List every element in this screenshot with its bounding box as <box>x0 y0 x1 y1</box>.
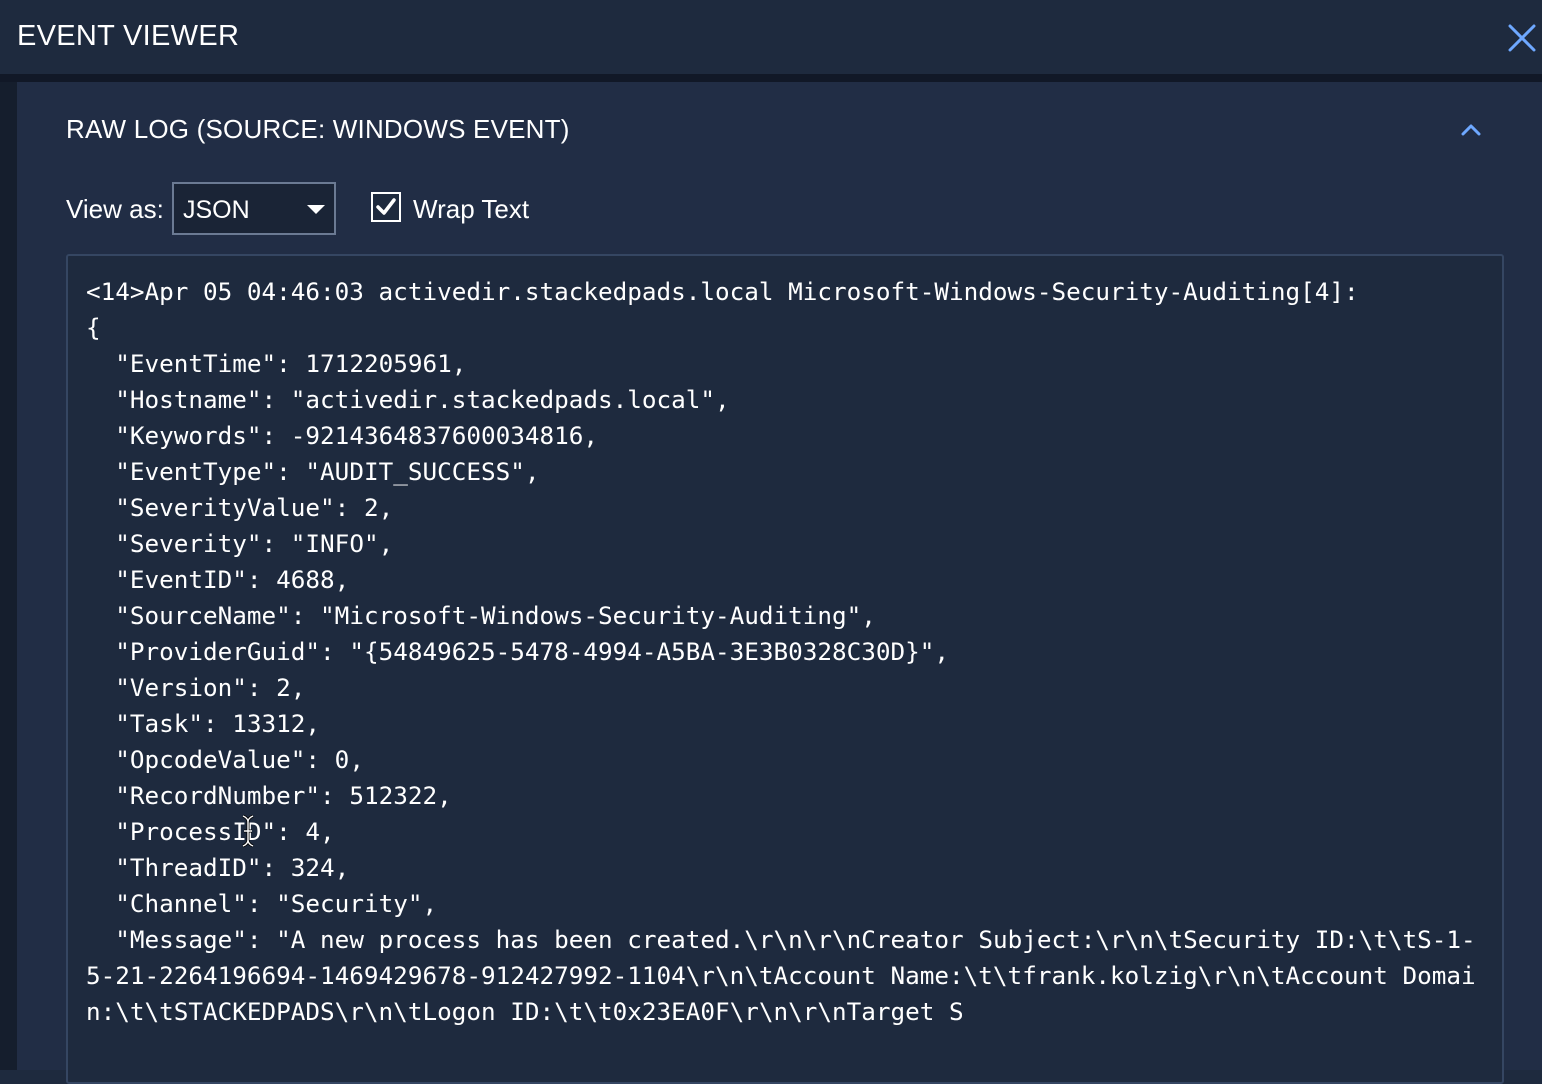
collapse-button[interactable] <box>1457 116 1485 144</box>
window-title: EVENT VIEWER <box>17 20 240 52</box>
caret-down-icon <box>307 205 325 214</box>
view-as-label: View as: <box>66 194 164 224</box>
top-bar: EVENT VIEWER <box>0 0 1542 74</box>
text-cursor-icon <box>242 814 254 848</box>
raw-log-content[interactable]: <14>Apr 05 04:46:03 activedir.stackedpad… <box>86 274 1486 1030</box>
header-divider <box>0 74 1542 82</box>
raw-log-panel: RAW LOG (SOURCE: WINDOWS EVENT) View as:… <box>17 82 1542 1084</box>
chevron-up-icon <box>1461 124 1481 136</box>
left-gutter <box>0 82 17 1070</box>
checkmark-icon <box>376 198 396 215</box>
view-as-value: JSON <box>183 196 250 224</box>
wrap-text-label[interactable]: Wrap Text <box>413 194 529 225</box>
raw-log-viewer[interactable]: <14>Apr 05 04:46:03 activedir.stackedpad… <box>66 254 1504 1084</box>
wrap-text-checkbox[interactable] <box>371 192 401 222</box>
close-icon <box>1508 24 1536 52</box>
section-title: RAW LOG (SOURCE: WINDOWS EVENT) <box>66 114 570 144</box>
close-button[interactable] <box>1506 22 1538 54</box>
view-as-select[interactable]: JSON <box>172 182 336 235</box>
